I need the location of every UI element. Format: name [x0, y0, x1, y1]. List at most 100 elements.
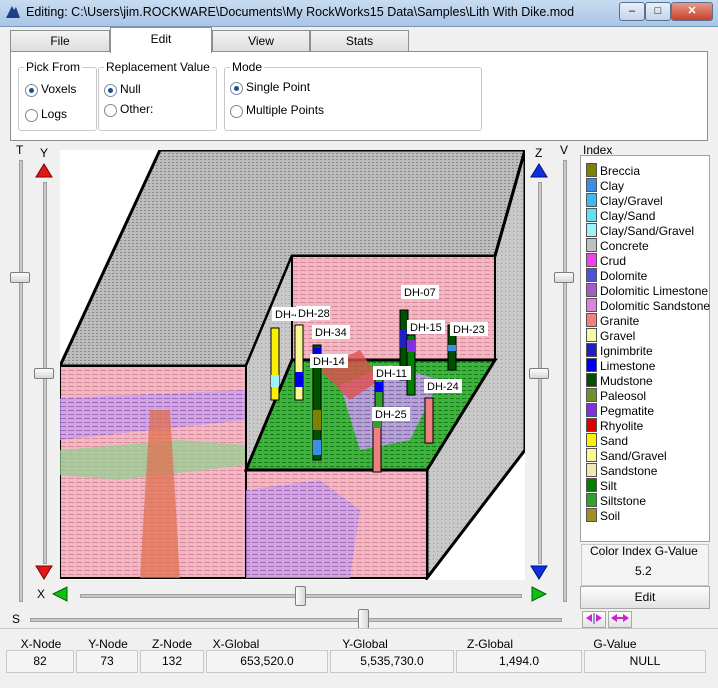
legend-label: Clay/Sand/Gravel: [600, 224, 695, 238]
tab-file[interactable]: File: [10, 30, 110, 52]
x-axis-label: X: [37, 587, 46, 601]
model-viewport[interactable]: DH-42 DH-28 DH-34 DH-14 DH-07 DH-15 DH-2…: [57, 148, 527, 583]
legend-item[interactable]: Sandstone: [586, 463, 657, 478]
single-point-radio[interactable]: [230, 82, 243, 95]
legend-item[interactable]: Crud: [586, 253, 626, 268]
legend-item[interactable]: Clay/Gravel: [586, 193, 663, 208]
logs-label[interactable]: Logs: [41, 107, 67, 121]
title-bar: Editing: C:\Users\jim.ROCKWARE\Documents…: [0, 0, 718, 27]
shrink-button[interactable]: [582, 611, 606, 628]
s-axis-label: S: [12, 612, 21, 626]
legend-item[interactable]: Gravel: [586, 328, 635, 343]
v-slider-thumb[interactable]: [554, 272, 574, 283]
solid-model-render[interactable]: DH-42 DH-28 DH-34 DH-14 DH-07 DH-15 DH-2…: [57, 148, 527, 583]
legend-swatch: [586, 493, 597, 507]
null-radio[interactable]: [104, 84, 117, 97]
legend-item[interactable]: Silt: [586, 478, 617, 493]
legend-item[interactable]: Dolomitic Sandstone: [586, 298, 710, 313]
legend-swatch: [586, 238, 597, 252]
legend-item[interactable]: Dolomite: [586, 268, 647, 283]
legend-item[interactable]: Clay: [586, 178, 624, 193]
legend-swatch: [586, 223, 597, 237]
tab-view[interactable]: View: [212, 30, 310, 52]
legend-label: Crud: [600, 254, 627, 268]
x-node-value: 82: [6, 650, 74, 673]
multiple-points-label[interactable]: Multiple Points: [246, 103, 324, 117]
legend-label: Pegmatite: [600, 404, 655, 418]
z-up-arrow-icon[interactable]: [530, 163, 548, 178]
z-down-arrow-icon[interactable]: [530, 565, 548, 580]
v-slider-track[interactable]: [563, 160, 567, 602]
legend-item[interactable]: Paleosol: [586, 388, 646, 403]
x-left-arrow-icon[interactable]: [52, 586, 68, 602]
legend-swatch: [586, 268, 597, 282]
voxels-label[interactable]: Voxels: [41, 82, 76, 96]
legend-swatch: [586, 253, 597, 267]
borehole-label-dh-23: DH-23: [453, 324, 485, 336]
legend-swatch: [586, 328, 597, 342]
legend-label: Paleosol: [600, 389, 647, 403]
legend-item[interactable]: Granite: [586, 313, 639, 328]
legend-swatch: [586, 418, 597, 432]
legend-item[interactable]: Clay/Sand: [586, 208, 655, 223]
legend-item[interactable]: Rhyolite: [586, 418, 643, 433]
z-slider-thumb[interactable]: [529, 368, 549, 379]
other-label[interactable]: Other:: [120, 102, 153, 116]
legend-item[interactable]: Ignimbrite: [586, 343, 653, 358]
legend-item[interactable]: Dolomitic Limestone: [586, 283, 708, 298]
legend-item[interactable]: Mudstone: [586, 373, 653, 388]
legend-item[interactable]: Sand: [586, 433, 628, 448]
close-button[interactable]: ✕: [671, 2, 713, 21]
y-slider-thumb[interactable]: [34, 368, 54, 379]
color-index-label: Color Index G-Value: [590, 544, 698, 558]
legend-label: Ignimbrite: [600, 344, 653, 358]
t-slider-thumb[interactable]: [10, 272, 30, 283]
s-slider-thumb[interactable]: [358, 609, 369, 629]
single-point-label[interactable]: Single Point: [246, 80, 310, 94]
legend-label: Dolomitic Sandstone: [600, 299, 711, 313]
borehole-label-dh-24: DH-24: [427, 381, 459, 393]
legend-item[interactable]: Breccia: [586, 163, 640, 178]
v-axis-label: V: [560, 143, 569, 157]
minimize-button[interactable]: –: [619, 2, 645, 21]
legend-swatch: [586, 388, 597, 402]
x-right-arrow-icon[interactable]: [531, 586, 547, 602]
logs-radio[interactable]: [25, 109, 38, 122]
legend-item[interactable]: Pegmatite: [586, 403, 654, 418]
edit-tab-panel: Pick From Voxels Logs Replacement Value …: [10, 51, 708, 141]
legend-label: Dolomite: [600, 269, 648, 283]
borehole-label-dh-25: DH-25: [375, 409, 407, 421]
multiple-points-radio[interactable]: [230, 105, 243, 118]
legend-item[interactable]: Soil: [586, 508, 620, 523]
y-node-value: 73: [76, 650, 138, 673]
legend-item[interactable]: Clay/Sand/Gravel: [586, 223, 694, 238]
legend-swatch: [586, 508, 597, 522]
color-edit-button[interactable]: Edit: [580, 586, 710, 609]
tab-stats[interactable]: Stats: [310, 30, 409, 52]
s-slider-track[interactable]: [30, 618, 562, 622]
legend-item[interactable]: Concrete: [586, 238, 649, 253]
replacement-value-label: Replacement Value: [104, 60, 212, 74]
tab-edit[interactable]: Edit: [110, 27, 212, 53]
expand-button[interactable]: [608, 611, 632, 628]
mode-group: [224, 67, 482, 131]
t-slider-track[interactable]: [19, 160, 23, 602]
legend-item[interactable]: Sand/Gravel: [586, 448, 667, 463]
maximize-button[interactable]: □: [645, 2, 671, 21]
legend-label: Mudstone: [600, 374, 653, 388]
lithology-index-list[interactable]: Breccia Clay Clay/Gravel Clay/Sand Clay/Sand…: [580, 155, 710, 542]
y-down-arrow-icon[interactable]: [35, 565, 53, 580]
legend-item[interactable]: Siltstone: [586, 493, 646, 508]
color-index-value: 5.2: [635, 564, 652, 578]
y-axis-label: Y: [40, 146, 49, 160]
other-radio[interactable]: [104, 104, 117, 117]
y-up-arrow-icon[interactable]: [35, 163, 53, 178]
g-value-value: NULL: [584, 650, 706, 673]
x-slider-thumb[interactable]: [295, 586, 306, 606]
legend-label: Dolomitic Limestone: [600, 284, 709, 298]
null-label[interactable]: Null: [120, 82, 141, 96]
voxels-radio[interactable]: [25, 84, 38, 97]
legend-label: Soil: [600, 509, 621, 523]
legend-item[interactable]: Limestone: [586, 358, 655, 373]
borehole-label-dh-34: DH-34: [315, 327, 347, 339]
